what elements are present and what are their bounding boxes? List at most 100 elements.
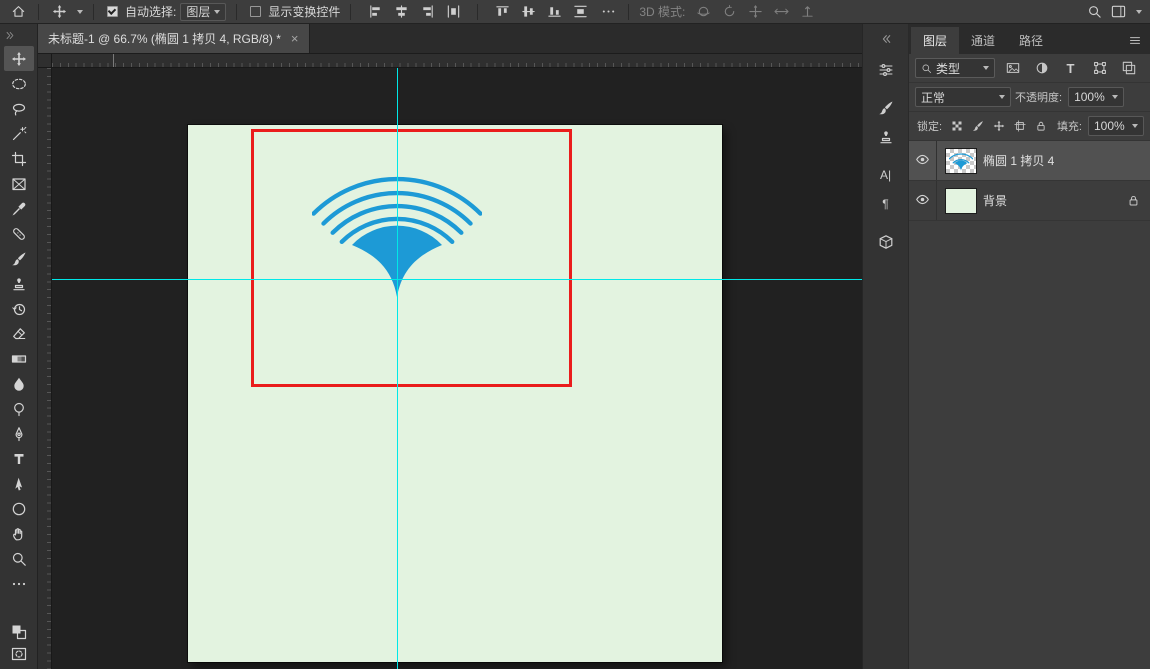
horizontal-ruler[interactable] [52,54,862,68]
current-tool-icon[interactable] [49,3,69,21]
chevron-down-icon [1112,95,1118,99]
lock-artboard-button[interactable] [1009,117,1030,135]
edit-toolbar-button[interactable] [4,571,34,596]
layer-filter-type-dropdown[interactable]: 类型 [915,58,995,78]
lock-image-pixels-button[interactable] [967,117,988,135]
quick-selection-tool[interactable] [4,121,34,146]
layer-filter-type-value: 类型 [936,60,960,77]
panel-tabbar: 图层 通道 路径 [909,24,1150,54]
home-icon[interactable] [8,3,28,21]
toolbar-expand-icon[interactable] [0,24,37,46]
divider [628,4,629,20]
auto-select-checkbox[interactable] [107,6,118,17]
brush-settings-panel-button[interactable] [872,57,900,83]
lasso-tool[interactable] [4,96,34,121]
layer-name[interactable]: 椭圆 1 拷贝 4 [983,152,1054,169]
layer-thumbnail[interactable] [945,148,977,174]
3d-panel-button[interactable] [872,229,900,255]
layer-name[interactable]: 背景 [983,192,1007,209]
distribute-vertical-button[interactable] [570,3,590,21]
more-align-options-icon[interactable] [598,3,618,21]
horizontal-guide[interactable] [52,279,862,280]
3d-pan-button [745,3,765,21]
align-horizontal-centers-button[interactable] [391,3,411,21]
vertical-guide[interactable] [397,68,398,669]
toolbox-bottom [0,621,37,669]
crop-tool[interactable] [4,146,34,171]
auto-select-target-dropdown[interactable]: 图层 [180,3,226,21]
pen-tool[interactable] [4,421,34,446]
type-tool[interactable] [4,446,34,471]
path-selection-tool[interactable] [4,471,34,496]
workspace-switcher-icon[interactable] [1108,3,1128,21]
distribute-horizontal-button[interactable] [443,3,463,21]
hand-tool[interactable] [4,521,34,546]
filter-shape-layers-button[interactable] [1088,58,1111,78]
tab-close-icon[interactable]: × [291,32,299,45]
layer-row[interactable]: 背景 [909,181,1150,221]
chevron-down-icon[interactable] [1136,10,1142,14]
blend-mode-value: 正常 [921,89,945,106]
search-icon[interactable] [1084,3,1104,21]
gradient-tool[interactable] [4,346,34,371]
visibility-toggle[interactable] [909,141,937,180]
filter-pixel-layers-button[interactable] [1001,58,1024,78]
brushes-panel-button[interactable] [872,95,900,121]
opacity-label: 不透明度: [1015,89,1062,105]
character-panel-button[interactable]: A| [872,162,900,188]
clone-stamp-tool[interactable] [4,271,34,296]
layer-thumbnail[interactable] [945,188,977,214]
paragraph-panel-button[interactable]: ¶ [872,191,900,217]
opacity-value: 100% [1074,90,1105,104]
photoshop-window: 自动选择: 图层 显示变换控件 3D 模式: 未标题-1 @ 66 [0,0,1150,669]
frame-tool[interactable] [4,171,34,196]
blue-fan-thumbnail [949,151,973,171]
lock-all-button[interactable] [1030,117,1051,135]
show-transform-checkbox[interactable] [250,6,261,17]
panel-menu-icon[interactable] [1128,34,1144,48]
expand-panels-icon[interactable] [880,24,892,54]
tab-layers[interactable]: 图层 [911,27,959,54]
blend-mode-dropdown[interactable]: 正常 [915,87,1011,107]
ruler-origin[interactable] [38,54,52,68]
blur-tool[interactable] [4,371,34,396]
dodge-tool[interactable] [4,396,34,421]
quick-mask-button[interactable] [4,643,34,665]
filter-type-layers-button[interactable]: T [1059,58,1082,78]
layer-row[interactable]: 椭圆 1 拷贝 4 [909,141,1150,181]
lock-position-button[interactable] [988,117,1009,135]
align-bottom-edges-button[interactable] [544,3,564,21]
lock-transparent-pixels-button[interactable] [946,117,967,135]
eyedropper-tool[interactable] [4,196,34,221]
canvas-area[interactable] [38,54,862,669]
filter-smart-objects-button[interactable] [1117,58,1140,78]
vertical-ruler[interactable] [38,68,52,669]
eraser-tool[interactable] [4,321,34,346]
layer-lock-icon [1127,194,1140,207]
elliptical-marquee-tool[interactable] [4,71,34,96]
toolbox [0,46,37,596]
foreground-background-colors[interactable] [4,621,34,643]
ellipse-tool[interactable] [4,496,34,521]
align-right-edges-button[interactable] [417,3,437,21]
brush-tool[interactable] [4,246,34,271]
fill-dropdown[interactable]: 100% [1088,116,1144,136]
move-tool[interactable] [4,46,34,71]
opacity-dropdown[interactable]: 100% [1068,87,1124,107]
tab-paths[interactable]: 路径 [1007,27,1055,54]
align-vertical-centers-button[interactable] [518,3,538,21]
align-top-edges-button[interactable] [492,3,512,21]
zoom-tool[interactable] [4,546,34,571]
align-left-edges-button[interactable] [365,3,385,21]
history-brush-tool[interactable] [4,296,34,321]
document-tab[interactable]: 未标题-1 @ 66.7% (椭圆 1 拷贝 4, RGB/8) * × [38,24,310,53]
visibility-toggle[interactable] [909,181,937,220]
clone-source-panel-button[interactable] [872,124,900,150]
tab-channels[interactable]: 通道 [959,27,1007,54]
spot-healing-brush-tool[interactable] [4,221,34,246]
3d-roll-button [719,3,739,21]
filter-adjustment-layers-button[interactable] [1030,58,1053,78]
3d-slide-button [771,3,791,21]
document-canvas[interactable] [188,125,722,662]
tool-preset-caret-icon[interactable] [77,10,83,14]
